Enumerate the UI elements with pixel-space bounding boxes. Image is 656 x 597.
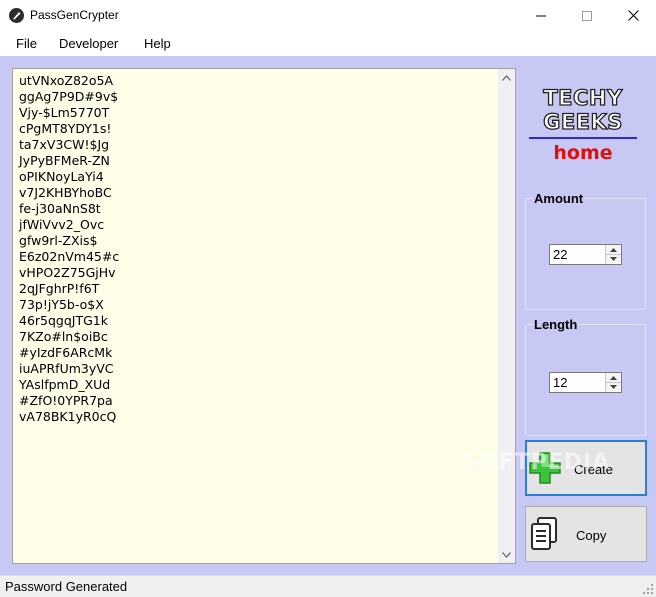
copy-button-label: Copy (576, 528, 607, 543)
menu-bar: File Developer Help (0, 31, 656, 55)
password-output[interactable]: utVNxoZ82o5A ggAg7P9D#9v$ Vjy-$Lm5770T cPgM… (12, 68, 516, 564)
logo-home: home (553, 142, 613, 164)
maximize-button[interactable] (564, 0, 610, 31)
password-line: fe-j30aNnS8t (19, 201, 101, 216)
password-line: utVNxoZ82o5A (19, 73, 114, 88)
scroll-down-arrow-icon[interactable] (498, 546, 515, 563)
password-line: JyPyBFMeR-ZN (19, 153, 110, 168)
password-line: Vjy-$Lm5770T (19, 105, 110, 120)
length-group: Length 12 (525, 317, 646, 436)
menu-developer[interactable]: Developer (59, 36, 118, 51)
resize-grip-icon[interactable] (643, 584, 654, 595)
password-line: gfw9rl-ZXis$ (19, 233, 98, 248)
length-up-arrow-icon[interactable] (606, 373, 621, 382)
length-value[interactable]: 12 (553, 375, 567, 390)
amount-spin-buttons (605, 245, 621, 264)
minimize-button[interactable] (518, 0, 564, 31)
password-line: 73p!jY5b-o$X (19, 297, 104, 312)
status-text: Password Generated (5, 579, 128, 594)
logo-divider (529, 137, 637, 139)
window-title: PassGenCrypter (30, 8, 119, 22)
title-bar[interactable]: PassGenCrypter (0, 0, 656, 31)
password-line: 46r5qgqJTG1k (19, 313, 109, 328)
softpedia-watermark: SOFTPEDIA (462, 450, 611, 475)
password-line: E6z02nVm45#c (19, 249, 120, 264)
password-line: vA78BK1yR0cQ (19, 409, 117, 424)
logo-techy: TECHY (543, 86, 623, 110)
password-line: jfWiVvv2_Ovc (19, 217, 105, 232)
amount-group: Amount 22 (525, 191, 646, 310)
password-line: iuAPRfUm3yVC (19, 361, 114, 376)
password-line: YAslfpmD_XUd (19, 377, 111, 392)
menu-file[interactable]: File (16, 36, 37, 51)
amount-stepper[interactable]: 22 (549, 244, 622, 265)
length-stepper[interactable]: 12 (549, 372, 622, 393)
password-line: ta7xV3CW!$Jg (19, 137, 110, 152)
length-down-arrow-icon[interactable] (606, 382, 621, 391)
status-bar: Password Generated (0, 575, 656, 597)
copy-button[interactable]: Copy (525, 506, 647, 562)
password-line: 2qJFghrP!f6T (19, 281, 100, 296)
amount-down-arrow-icon[interactable] (606, 254, 621, 263)
password-line: 7KZo#ln$oiBc (19, 329, 108, 344)
amount-value[interactable]: 22 (553, 247, 567, 262)
password-list: utVNxoZ82o5A ggAg7P9D#9v$ Vjy-$Lm5770T cPgM… (19, 73, 119, 425)
password-line: #ZfO!0YPR7pa (19, 393, 113, 408)
length-spin-buttons (605, 373, 621, 392)
menu-help[interactable]: Help (144, 36, 171, 51)
password-line: oPIKNoyLaYi4 (19, 169, 104, 184)
password-line: cPgMT8YDY1s! (19, 121, 112, 136)
amount-label: Amount (533, 191, 585, 206)
password-line: ggAg7P9D#9v$ (19, 89, 119, 104)
close-button[interactable] (610, 0, 656, 31)
copy-document-icon (531, 517, 557, 550)
password-line: vHPO2Z75GjHv (19, 265, 116, 280)
length-label: Length (533, 317, 579, 332)
password-line: v7J2KHBYhoBC (19, 185, 112, 200)
amount-up-arrow-icon[interactable] (606, 245, 621, 254)
scroll-up-arrow-icon[interactable] (498, 69, 515, 86)
logo-geeks: GEEKS (542, 110, 623, 134)
vertical-scrollbar[interactable] (498, 69, 515, 563)
password-line: #yIzdF6ARcMk (19, 345, 113, 360)
techy-geeks-logo: TECHY GEEKS home (527, 86, 639, 170)
app-icon (9, 8, 24, 23)
